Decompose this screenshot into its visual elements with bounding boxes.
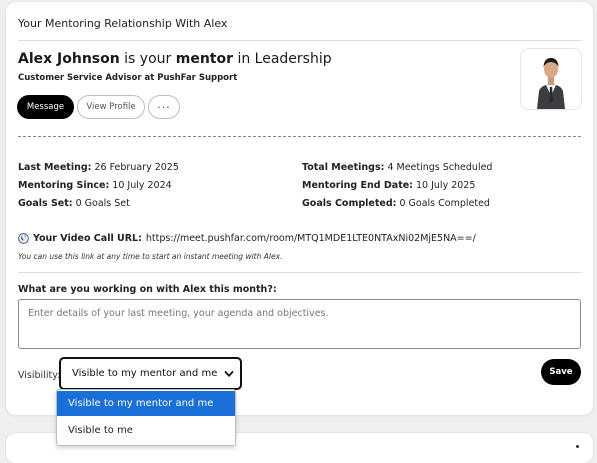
- section-title: Your Mentoring Relationship With Alex: [18, 17, 228, 30]
- headline-connector: is your: [119, 51, 176, 67]
- working-on-textarea[interactable]: [18, 299, 581, 349]
- divider: [18, 272, 581, 273]
- more-options-button[interactable]: ···: [148, 95, 180, 119]
- mentor-role: mentor: [175, 51, 233, 67]
- total-meetings: Total Meetings: 4 Meetings Scheduled: [302, 162, 492, 173]
- mentoring-area: Leadership: [254, 51, 332, 67]
- visibility-dropdown-list: Visible to my mentor and me Visible to m…: [56, 389, 236, 446]
- visibility-selected-value: Visible to my mentor and me: [72, 368, 218, 379]
- divider: [18, 40, 581, 41]
- goals-set-label: Goals Set:: [18, 198, 73, 209]
- dashed-divider: [18, 136, 581, 137]
- mentor-name: Alex Johnson: [18, 51, 120, 67]
- visibility-label: Visibility:: [18, 370, 61, 381]
- message-button[interactable]: Message: [17, 95, 74, 119]
- headline-area-prefix: in: [233, 51, 255, 67]
- visibility-select[interactable]: Visible to my mentor and me: [59, 357, 242, 390]
- end-date-value: 10 July 2025: [412, 180, 476, 191]
- goals-completed-value: 0 Goals Completed: [396, 198, 490, 209]
- video-url-note: You can use this link at any time to sta…: [18, 252, 283, 261]
- mentoring-end-date: Mentoring End Date: 10 July 2025: [302, 180, 475, 191]
- goals-set-value: 0 Goals Set: [72, 198, 130, 209]
- goals-completed-label: Goals Completed:: [302, 198, 397, 209]
- goals-completed: Goals Completed: 0 Goals Completed: [302, 198, 490, 209]
- mentoring-relationship-card: Your Mentoring Relationship With Alex Al…: [6, 2, 593, 415]
- mentoring-since-value: 10 July 2024: [109, 180, 172, 191]
- visibility-option-mentor-and-me[interactable]: Visible to my mentor and me: [57, 391, 235, 416]
- menu-dot-icon[interactable]: [576, 445, 579, 448]
- globe-icon: [18, 233, 29, 244]
- mentor-avatar[interactable]: [521, 49, 581, 109]
- person-avatar-icon: [521, 49, 581, 109]
- mentoring-since: Mentoring Since: 10 July 2024: [18, 180, 172, 191]
- last-meeting-value: 26 February 2025: [91, 162, 179, 173]
- last-meeting-label: Last Meeting:: [18, 162, 92, 173]
- video-url-link[interactable]: https://meet.pushfar.com/room/MTQ1MDE1LT…: [146, 233, 476, 244]
- total-meetings-value: 4 Meetings Scheduled: [384, 162, 493, 173]
- mentor-headline: Alex Johnson is your mentor in Leadershi…: [18, 51, 332, 67]
- last-meeting: Last Meeting: 26 February 2025: [18, 162, 179, 173]
- end-date-label: Mentoring End Date:: [302, 180, 413, 191]
- working-on-label: What are you working on with Alex this m…: [18, 284, 277, 295]
- total-meetings-label: Total Meetings:: [302, 162, 385, 173]
- save-button[interactable]: Save: [541, 359, 581, 385]
- chevron-down-icon: [224, 371, 234, 377]
- mentor-subtitle: Customer Service Advisor at PushFar Supp…: [18, 73, 238, 83]
- goals-set: Goals Set: 0 Goals Set: [18, 198, 130, 209]
- video-call-row: Your Video Call URL: https://meet.pushfa…: [18, 233, 476, 244]
- mentoring-since-label: Mentoring Since:: [18, 180, 110, 191]
- video-url-label: Your Video Call URL:: [33, 233, 142, 244]
- visibility-option-me[interactable]: Visible to me: [57, 418, 235, 443]
- view-profile-button[interactable]: View Profile: [77, 95, 145, 119]
